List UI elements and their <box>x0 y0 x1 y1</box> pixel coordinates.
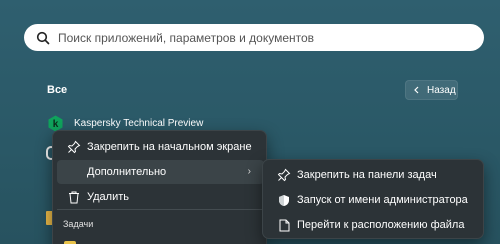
submenu-item-pin-taskbar[interactable]: Закрепить на панели задач <box>267 163 481 187</box>
submenu-item-label: Запуск от имени администратора <box>297 194 468 206</box>
menu-item-pin-start[interactable]: Закрепить на начальном экране <box>57 135 264 159</box>
pin-icon <box>271 168 297 182</box>
search-icon <box>36 31 50 44</box>
search-box[interactable] <box>24 24 484 51</box>
chevron-right-icon: › <box>247 166 251 177</box>
submenu-item-label: Закрепить на панели задач <box>297 169 437 181</box>
context-menu: Закрепить на начальном экране Дополнител… <box>52 130 267 244</box>
submenu-item-open-location[interactable]: Перейти к расположению файла <box>267 213 481 237</box>
svg-text:k: k <box>53 119 59 130</box>
file-icon <box>271 219 297 232</box>
back-button-label: Назад <box>427 84 456 96</box>
submenu-item-label: Перейти к расположению файла <box>297 219 465 231</box>
pin-icon <box>61 140 87 154</box>
kaspersky-k-icon: k <box>48 115 63 131</box>
back-button[interactable]: Назад <box>405 80 458 100</box>
menu-item-uninstall[interactable]: Удалить <box>57 185 264 209</box>
submenu: Закрепить на панели задач Запуск от имен… <box>262 159 484 239</box>
menu-item-label: Дополнительно <box>87 166 167 178</box>
menu-item-label: Закрепить на начальном экране <box>87 141 252 153</box>
shield-icon <box>271 194 297 207</box>
all-apps-title: Все <box>47 84 68 96</box>
menu-item-more[interactable]: Дополнительно › <box>57 160 264 184</box>
menu-item-label: Удалить <box>87 191 129 203</box>
trash-icon <box>61 191 87 204</box>
search-input[interactable] <box>58 30 458 45</box>
menu-divider <box>57 209 264 210</box>
menu-group-label: Задачи <box>63 219 94 229</box>
chevron-left-icon <box>414 86 419 94</box>
app-name: Kaspersky Technical Preview <box>74 117 204 129</box>
submenu-item-run-as-admin[interactable]: Запуск от имени администратора <box>267 188 481 212</box>
